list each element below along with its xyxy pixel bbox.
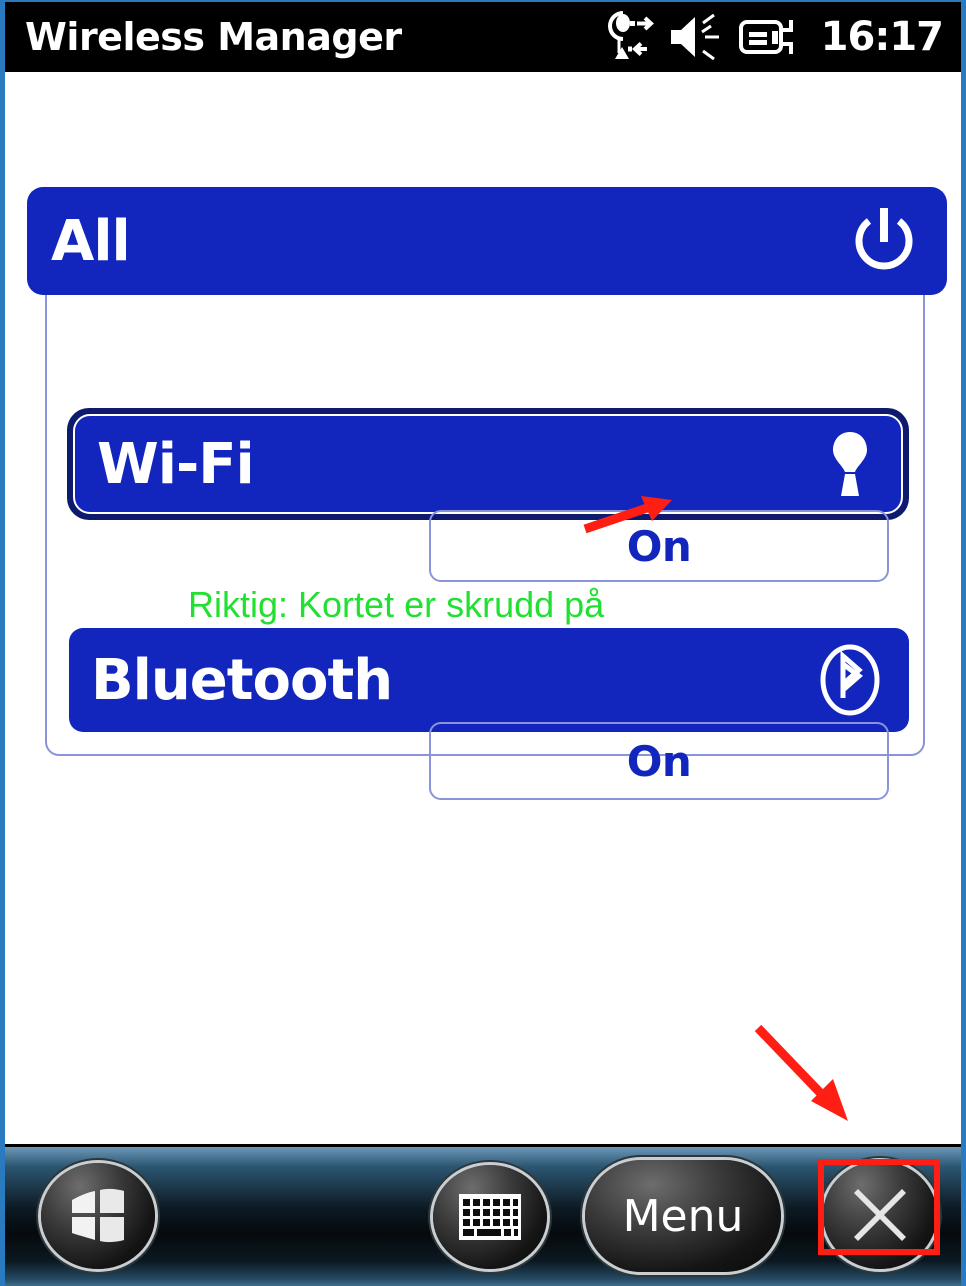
annotation-note-green: Riktig: Kortet er skrudd på: [188, 584, 605, 625]
keyboard-icon: [459, 1194, 521, 1240]
close-button-highlight: [818, 1159, 940, 1255]
title-bar: Wireless Manager 16:17: [5, 2, 961, 72]
row-wifi-status-box[interactable]: On: [429, 510, 889, 582]
windows-logo-icon: [72, 1188, 124, 1243]
start-button[interactable]: [41, 1163, 155, 1269]
wifi-antenna-icon[interactable]: [825, 428, 875, 500]
page-title: Wireless Manager: [25, 15, 402, 59]
row-wifi-inner: Wi-Fi: [73, 414, 903, 514]
row-bluetooth[interactable]: Bluetooth: [69, 628, 909, 732]
row-wifi[interactable]: Wi-Fi: [67, 408, 909, 520]
row-all[interactable]: All: [27, 187, 947, 295]
bluetooth-icon[interactable]: [819, 644, 881, 716]
connectivity-sync-icon[interactable]: [601, 9, 655, 65]
device-screen: Wireless Manager 16:17 All Wi-Fi On Rikt…: [0, 0, 966, 1286]
clock: 16:17: [820, 14, 944, 60]
arrow-pointing-to-close-button: [754, 1024, 848, 1121]
row-bluetooth-status-text: On: [626, 736, 692, 786]
wireless-manager-content: All Wi-Fi On Riktig: Kortet er skrudd på: [5, 72, 961, 1144]
menu-button[interactable]: Menu: [585, 1160, 781, 1272]
row-bluetooth-label: Bluetooth: [91, 647, 393, 713]
menu-button-label: Menu: [622, 1190, 744, 1242]
row-wifi-status-text: On: [626, 521, 692, 571]
power-icon[interactable]: [853, 208, 915, 274]
row-all-label: All: [51, 208, 131, 274]
row-wifi-label: Wi-Fi: [97, 431, 255, 497]
row-bluetooth-status-box[interactable]: On: [429, 722, 889, 800]
keyboard-input-button[interactable]: [433, 1165, 547, 1269]
battery-charging-icon[interactable]: [738, 16, 801, 58]
volume-speaker-icon[interactable]: [669, 13, 725, 61]
status-icon-tray: 16:17: [601, 9, 944, 65]
